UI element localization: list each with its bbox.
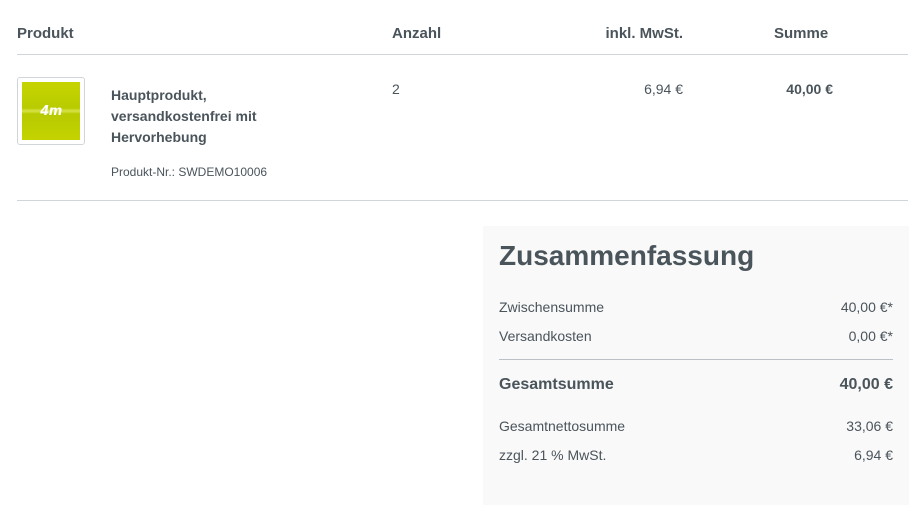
product-image[interactable]: 4m <box>17 77 85 145</box>
shipping-value: 0,00 €* <box>848 328 893 344</box>
product-tax: 6,94 € <box>644 81 683 97</box>
summary-title: Zusammenfassung <box>499 240 755 271</box>
product-quantity: 2 <box>392 81 400 97</box>
header-product: Produkt <box>17 25 74 42</box>
header-sum: Summe <box>774 25 829 42</box>
product-image-fill: 4m <box>22 82 80 140</box>
cart-page: Produkt Anzahl inkl. MwSt. Summe 4m Haup… <box>0 0 922 519</box>
summary-row-net: Gesamtnettosumme 33,06 € <box>499 418 893 434</box>
order-summary: Zusammenfassung Zwischensumme 40,00 €* V… <box>483 226 909 505</box>
summary-row-vat: zzgl. 21 % MwSt. 6,94 € <box>499 447 893 463</box>
product-sum: 40,00 € <box>786 81 833 97</box>
cart-table-header: Produkt Anzahl inkl. MwSt. Summe <box>17 0 908 55</box>
total-value: 40,00 € <box>839 376 893 393</box>
vat-value: 6,94 € <box>854 447 893 463</box>
total-label: Gesamtsumme <box>499 376 614 393</box>
header-quantity: Anzahl <box>392 25 442 42</box>
product-logo: 4m <box>40 103 62 119</box>
shipping-label: Versandkosten <box>499 328 592 344</box>
net-value: 33,06 € <box>846 418 893 434</box>
cart-line-item: 4m Hauptprodukt, versandkostenfrei mit H… <box>17 55 908 201</box>
subtotal-label: Zwischensumme <box>499 299 605 315</box>
summary-row-shipping: Versandkosten 0,00 €* <box>499 328 893 344</box>
summary-row-total: Gesamtsumme 40,00 € <box>499 376 893 394</box>
header-tax: inkl. MwSt. <box>605 25 683 42</box>
summary-row-subtotal: Zwischensumme 40,00 €* <box>499 299 893 315</box>
subtotal-value: 40,00 €* <box>840 299 893 315</box>
summary-divider <box>499 359 893 360</box>
vat-label: zzgl. 21 % MwSt. <box>499 447 607 463</box>
product-name-link[interactable]: Hauptprodukt, versandkostenfrei mit Herv… <box>111 85 281 148</box>
net-label: Gesamtnettosumme <box>499 418 626 434</box>
product-number: Produkt-Nr.: SWDEMO10006 <box>111 165 268 179</box>
